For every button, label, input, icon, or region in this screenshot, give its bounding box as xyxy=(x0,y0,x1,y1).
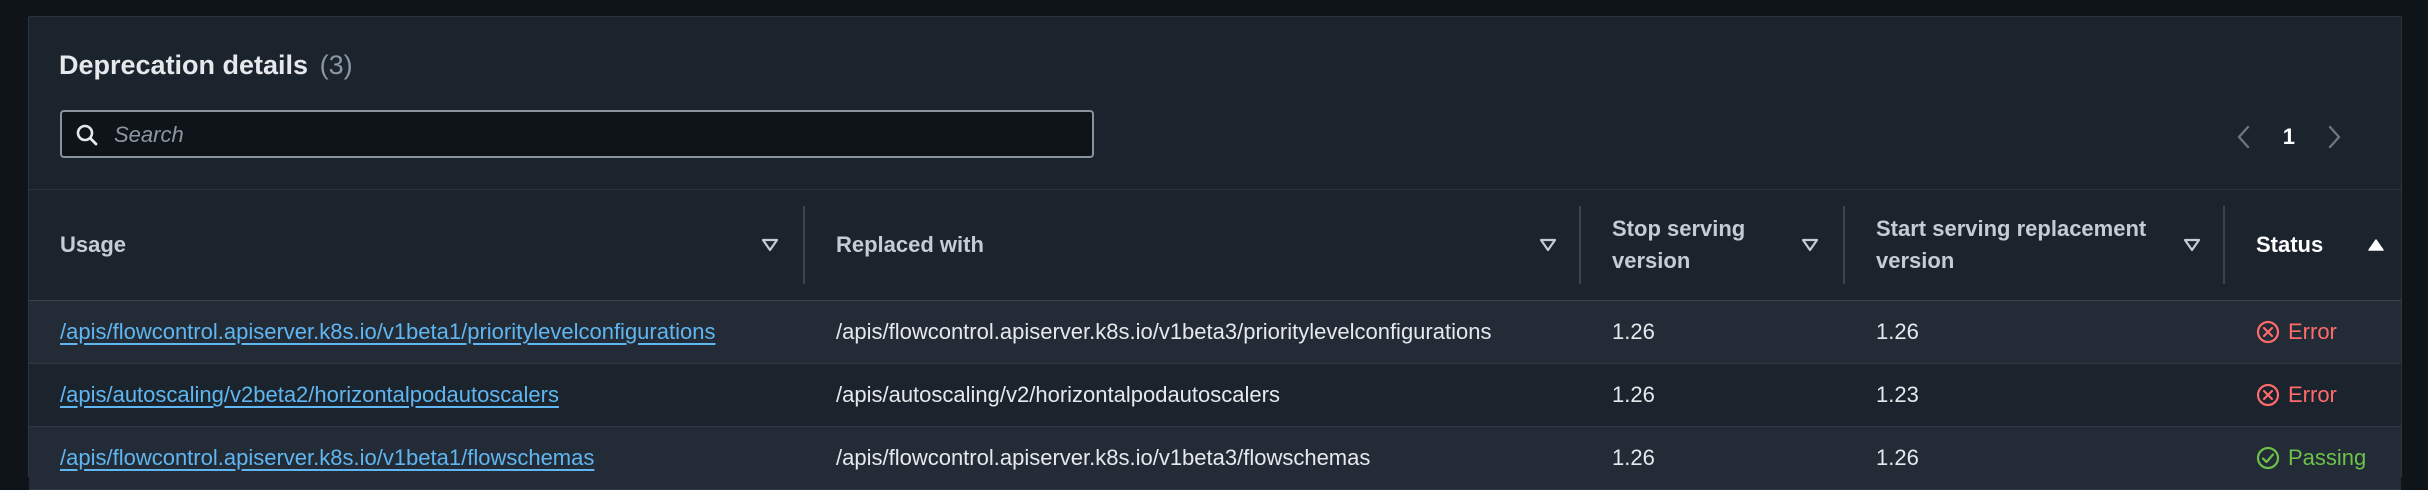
status-cell: Passing xyxy=(2225,427,2366,489)
status-cell: Error xyxy=(2225,301,2337,363)
status-badge: Error xyxy=(2256,382,2337,408)
status-badge: Error xyxy=(2256,319,2337,345)
usage-link[interactable]: /apis/autoscaling/v2beta2/horizontalpoda… xyxy=(60,382,559,408)
table-row: /apis/flowcontrol.apiserver.k8s.io/v1bet… xyxy=(29,427,2401,490)
column-header-start-serving[interactable]: Start serving replacement version xyxy=(1845,190,2223,300)
table-body: /apis/flowcontrol.apiserver.k8s.io/v1bet… xyxy=(29,301,2401,490)
item-count: (3) xyxy=(319,50,353,80)
table-header: Usage Replaced with Stop serving version xyxy=(29,190,2401,301)
column-label: Usage xyxy=(60,232,127,257)
status-cell: Error xyxy=(2225,364,2337,426)
stop-version-cell: 1.26 xyxy=(1612,319,1655,344)
usage-cell: /apis/autoscaling/v2beta2/horizontalpoda… xyxy=(29,364,559,426)
status-text: Passing xyxy=(2288,445,2367,470)
sort-caret-icon xyxy=(761,238,779,252)
chevron-right-icon[interactable] xyxy=(2325,124,2343,150)
column-header-status[interactable]: Status xyxy=(2225,190,2401,300)
status-text: Error xyxy=(2288,319,2337,344)
column-header-replaced-with[interactable]: Replaced with xyxy=(805,190,1579,300)
column-header-usage[interactable]: Usage xyxy=(29,190,803,300)
page-number[interactable]: 1 xyxy=(2283,124,2295,150)
sort-caret-icon xyxy=(2183,238,2201,252)
status-text: Error xyxy=(2288,382,2337,407)
chevron-left-icon[interactable] xyxy=(2235,124,2253,150)
panel-title: Deprecation details (3) xyxy=(59,50,353,81)
deprecation-table: Usage Replaced with Stop serving version xyxy=(29,189,2401,490)
error-circle-icon xyxy=(2256,383,2280,407)
panel-title-text: Deprecation details xyxy=(59,50,309,80)
error-circle-icon xyxy=(2256,320,2280,344)
sort-caret-icon xyxy=(1539,238,1557,252)
check-circle-icon xyxy=(2256,446,2280,470)
page-background: Deprecation details (3) 1 Usage xyxy=(0,0,2428,490)
status-badge: Passing xyxy=(2256,445,2366,471)
search-input[interactable] xyxy=(112,112,1076,158)
stop-version-cell: 1.26 xyxy=(1612,382,1655,407)
column-label: Start serving replacement version xyxy=(1876,216,2147,273)
start-version-cell: 1.26 xyxy=(1876,319,1919,344)
sort-ascending-icon xyxy=(2368,239,2384,251)
replaced-with-cell: /apis/autoscaling/v2/horizontalpodautosc… xyxy=(836,382,1280,407)
column-label: Replaced with xyxy=(836,232,984,257)
start-version-cell: 1.23 xyxy=(1876,382,1919,407)
column-header-stop-serving[interactable]: Stop serving version xyxy=(1581,190,1843,300)
table-row: /apis/autoscaling/v2beta2/horizontalpoda… xyxy=(29,364,2401,427)
usage-link[interactable]: /apis/flowcontrol.apiserver.k8s.io/v1bet… xyxy=(60,319,715,345)
start-version-cell: 1.26 xyxy=(1876,445,1919,470)
usage-cell: /apis/flowcontrol.apiserver.k8s.io/v1bet… xyxy=(29,427,594,489)
table-row: /apis/flowcontrol.apiserver.k8s.io/v1bet… xyxy=(29,301,2401,364)
search-icon xyxy=(76,124,98,146)
pagination: 1 xyxy=(2235,124,2343,150)
replaced-with-cell: /apis/flowcontrol.apiserver.k8s.io/v1bet… xyxy=(836,319,1492,344)
column-label: Status xyxy=(2256,232,2324,257)
deprecation-details-panel: Deprecation details (3) 1 Usage xyxy=(28,16,2402,490)
stop-version-cell: 1.26 xyxy=(1612,445,1655,470)
sort-caret-icon xyxy=(1801,238,1819,252)
search-field[interactable] xyxy=(60,110,1094,158)
replaced-with-cell: /apis/flowcontrol.apiserver.k8s.io/v1bet… xyxy=(836,445,1371,470)
usage-link[interactable]: /apis/flowcontrol.apiserver.k8s.io/v1bet… xyxy=(60,445,594,471)
column-label: Stop serving version xyxy=(1612,216,1746,273)
usage-cell: /apis/flowcontrol.apiserver.k8s.io/v1bet… xyxy=(29,301,715,363)
